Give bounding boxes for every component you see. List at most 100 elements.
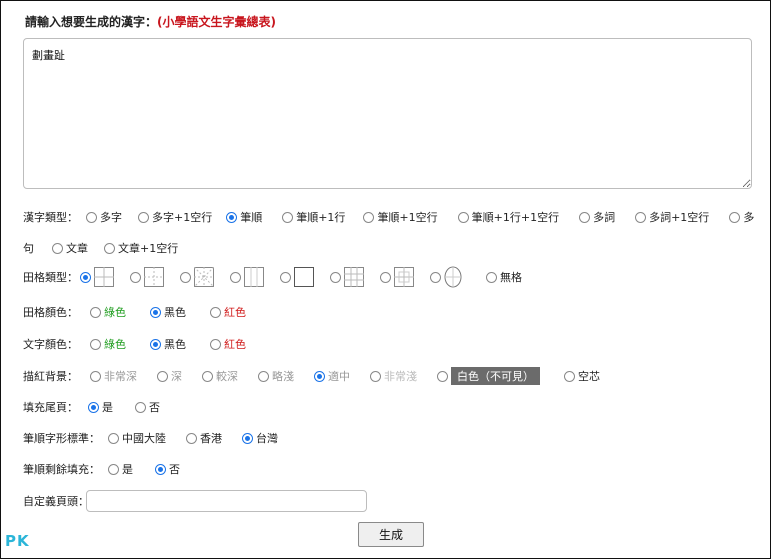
text-color-green[interactable]: 綠色	[90, 336, 126, 352]
three-column-grid-icon	[244, 267, 264, 287]
trace-bg-darker[interactable]: 較深	[202, 368, 238, 384]
char-type-option-9[interactable]: 多	[729, 209, 754, 225]
radio-icon[interactable]	[90, 306, 101, 318]
text-color-black[interactable]: 黑色	[150, 336, 186, 352]
radio-icon[interactable]	[729, 211, 741, 223]
option-label: 是	[102, 401, 113, 414]
option-label: 適中	[328, 370, 350, 383]
vocab-table-link[interactable]: (小學語文生字彙總表)	[157, 15, 276, 29]
radio-icon[interactable]	[52, 242, 63, 254]
radio-icon[interactable]	[130, 271, 141, 283]
radio-icon[interactable]	[564, 370, 575, 382]
trace-bg-very-dark[interactable]: 非常深	[90, 368, 137, 384]
grid-type-option-3[interactable]	[180, 267, 214, 287]
radio-icon[interactable]	[210, 338, 221, 350]
char-type-option-5[interactable]: 筆順+1空行	[363, 209, 438, 225]
char-type-option-7[interactable]: 多詞	[579, 209, 615, 225]
radio-icon[interactable]	[86, 211, 97, 223]
radio-icon[interactable]	[135, 401, 146, 413]
trace-bg-medium[interactable]: 適中	[314, 368, 350, 384]
radio-icon[interactable]	[380, 271, 391, 283]
fill-tail-row: 填充尾頁： 是 否	[23, 398, 160, 416]
radio-selected-icon[interactable]	[226, 211, 238, 223]
stroke-std-taiwan[interactable]: 台灣	[242, 430, 278, 446]
option-label: 多詞	[593, 211, 616, 224]
char-type-wrap-text: 句	[23, 242, 34, 255]
radio-icon[interactable]	[280, 271, 291, 283]
custom-header-input[interactable]	[86, 490, 367, 512]
hanzi-input[interactable]: 劃畫趾	[23, 38, 752, 189]
grid-type-option-4[interactable]	[230, 267, 264, 287]
grid-color-red[interactable]: 紅色	[210, 304, 246, 320]
radio-selected-icon[interactable]	[155, 463, 166, 475]
radio-icon[interactable]	[437, 370, 448, 382]
fill-tail-no[interactable]: 否	[135, 399, 160, 415]
radio-icon[interactable]	[202, 370, 213, 382]
stroke-fill-yes[interactable]: 是	[108, 461, 133, 477]
trace-bg-very-light[interactable]: 非常淺	[370, 368, 417, 384]
grid-type-option-7[interactable]	[380, 267, 414, 287]
radio-icon[interactable]	[230, 271, 241, 283]
char-type-option-1[interactable]: 多字	[86, 209, 122, 225]
trace-bg-white[interactable]: 白色（不可見）	[437, 367, 540, 385]
generate-button[interactable]: 生成	[358, 522, 424, 547]
char-type-option-8[interactable]: 多詞+1空行	[635, 209, 709, 225]
stroke-fill-no[interactable]: 否	[155, 461, 180, 477]
radio-icon[interactable]	[579, 211, 591, 223]
grid-type-option-6[interactable]	[330, 267, 364, 287]
option-label: 白色（不可見）	[451, 367, 540, 385]
stroke-std-hongkong[interactable]: 香港	[186, 430, 222, 446]
grid-type-option-5[interactable]	[280, 267, 314, 287]
option-label: 筆順+1行	[296, 211, 346, 224]
char-type-option-6[interactable]: 筆順+1行+1空行	[457, 209, 559, 225]
trace-bg-light[interactable]: 略淺	[258, 368, 294, 384]
radio-icon[interactable]	[363, 211, 375, 223]
dotted-tian-grid-icon	[144, 267, 164, 287]
trace-bg-hollow[interactable]: 空芯	[564, 368, 600, 384]
radio-selected-icon[interactable]	[150, 306, 161, 318]
radio-icon[interactable]	[108, 463, 119, 475]
char-type-option-2[interactable]: 多字+1空行	[138, 209, 212, 225]
radio-icon[interactable]	[108, 432, 119, 444]
radio-selected-icon[interactable]	[88, 401, 99, 413]
radio-icon[interactable]	[282, 211, 294, 223]
text-color-red[interactable]: 紅色	[210, 336, 246, 352]
char-type-option-10[interactable]: 文章	[52, 240, 88, 256]
radio-selected-icon[interactable]	[314, 370, 325, 382]
fill-tail-yes[interactable]: 是	[88, 399, 113, 415]
char-type-option-3[interactable]: 筆順	[226, 209, 262, 225]
trace-bg-dark[interactable]: 深	[157, 368, 182, 384]
char-type-row-2: 句 文章 文章+1空行	[23, 239, 178, 257]
char-type-option-11[interactable]: 文章+1空行	[104, 240, 178, 256]
radio-icon[interactable]	[186, 432, 197, 444]
radio-icon[interactable]	[430, 271, 441, 283]
radio-icon[interactable]	[258, 370, 269, 382]
radio-selected-icon[interactable]	[242, 432, 253, 444]
grid-color-black[interactable]: 黑色	[150, 304, 186, 320]
grid-type-option-1[interactable]	[80, 267, 114, 287]
radio-icon[interactable]	[180, 271, 191, 283]
radio-icon[interactable]	[90, 370, 101, 382]
radio-icon[interactable]	[90, 338, 101, 350]
radio-icon[interactable]	[330, 271, 341, 283]
radio-icon[interactable]	[370, 370, 381, 382]
radio-icon[interactable]	[138, 211, 149, 223]
grid-type-option-2[interactable]	[130, 267, 164, 287]
radio-icon[interactable]	[157, 370, 168, 382]
radio-icon[interactable]	[210, 306, 221, 318]
option-label: 黑色	[164, 338, 186, 351]
grid-type-option-none[interactable]: 無格	[486, 269, 522, 285]
radio-selected-icon[interactable]	[150, 338, 161, 350]
char-type-option-4[interactable]: 筆順+1行	[282, 209, 345, 225]
trace-bg-row: 描紅背景： 非常深 深 較深 略淺 適中 非常淺 白色（不可見） 空芯	[23, 367, 600, 385]
radio-icon[interactable]	[486, 271, 497, 283]
radio-icon[interactable]	[104, 242, 115, 254]
radio-icon[interactable]	[635, 211, 647, 223]
radio-selected-icon[interactable]	[80, 271, 91, 283]
grid-color-green[interactable]: 綠色	[90, 304, 126, 320]
option-label: 較深	[216, 370, 238, 383]
grid-type-option-8[interactable]	[430, 266, 462, 288]
stroke-std-mainland[interactable]: 中國大陸	[108, 430, 166, 446]
char-type-row: 漢字類型： 多字 多字+1空行 筆順 筆順+1行 筆順+1空行 筆順+1行+1空…	[23, 208, 754, 226]
radio-icon[interactable]	[457, 211, 469, 223]
